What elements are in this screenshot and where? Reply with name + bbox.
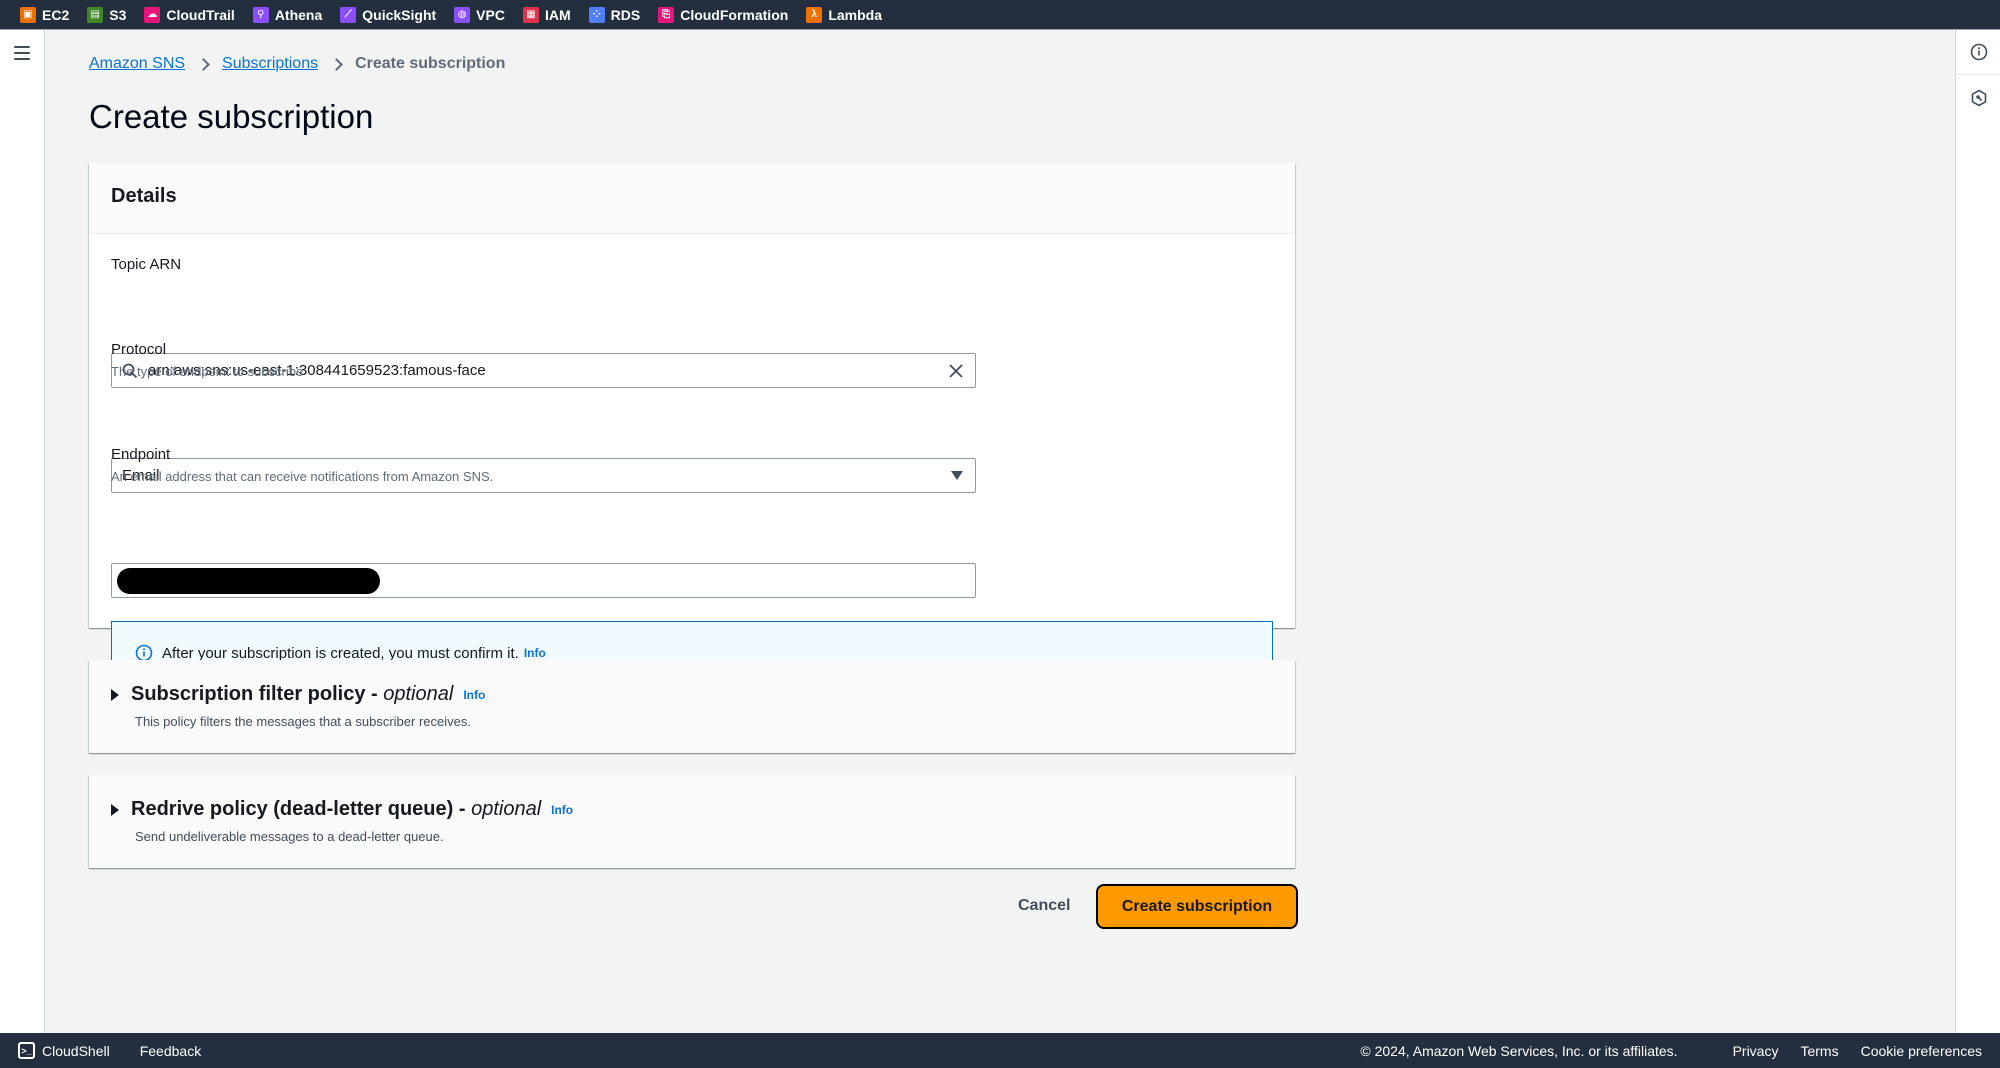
privacy-link[interactable]: Privacy — [1733, 1043, 1779, 1059]
service-label: CloudFormation — [680, 6, 789, 23]
breadcrumb-amazon-sns[interactable]: Amazon SNS — [89, 55, 185, 73]
cloudshell-button[interactable]: >_ CloudShell — [18, 1042, 110, 1059]
filter-policy-title: Subscription filter policy - optional — [131, 683, 453, 706]
chevron-right-icon — [197, 57, 210, 71]
service-label: Athena — [274, 6, 323, 23]
redacted-email — [117, 567, 380, 594]
page-title: Create subscription — [89, 98, 374, 135]
service-shortcut-s3[interactable]: ▤ S3 — [87, 6, 127, 23]
info-icon — [1970, 43, 1987, 61]
service-label: VPC — [476, 6, 505, 23]
info-panel-button[interactable] — [1956, 30, 2000, 75]
topic-arn-label: Topic ARN — [111, 256, 182, 273]
service-label: RDS — [610, 6, 641, 23]
subscription-filter-policy-panel: Subscription filter policy - optional In… — [89, 660, 1295, 753]
redrive-policy-title-text: Redrive policy (dead-letter queue) - — [131, 798, 472, 820]
breadcrumb-current: Create subscription — [355, 55, 506, 72]
lambda-icon: λ — [806, 6, 823, 23]
terminal-icon: >_ — [18, 1042, 35, 1059]
protocol-label: Protocol — [111, 341, 167, 358]
quicksight-icon: ⟋ — [340, 6, 357, 23]
breadcrumb-subscriptions[interactable]: Subscriptions — [222, 55, 318, 73]
cloudtrail-icon: ☁ — [144, 6, 161, 23]
service-shortcut-lambda[interactable]: λ Lambda — [806, 6, 882, 23]
service-shortcut-vpc[interactable]: ◍ VPC — [454, 6, 505, 23]
service-label: QuickSight — [362, 6, 437, 23]
redrive-policy-title: Redrive policy (dead-letter queue) - opt… — [131, 798, 541, 821]
s3-icon: ▤ — [87, 6, 104, 23]
service-shortcut-rds[interactable]: ⁘ RDS — [588, 6, 641, 23]
hexagon-settings-icon — [1971, 89, 1986, 106]
clear-input-button[interactable] — [941, 356, 971, 386]
cancel-button[interactable]: Cancel — [1010, 893, 1078, 919]
filter-policy-info-link[interactable]: Info — [463, 688, 485, 702]
endpoint-description: An email address that can receive notifi… — [111, 469, 494, 484]
service-shortcut-ec2[interactable]: ▣ EC2 — [20, 6, 70, 23]
left-navigation — [0, 30, 45, 1033]
tools-panel-rail — [1955, 30, 2000, 1033]
service-label: Lambda — [828, 6, 882, 23]
cloudshell-label: CloudShell — [42, 1042, 110, 1059]
copyright-text: © 2024, Amazon Web Services, Inc. or its… — [1360, 1042, 1678, 1059]
endpoint-input[interactable] — [111, 563, 976, 598]
caret-right-icon — [111, 688, 119, 701]
alert-info-link[interactable]: Info — [524, 646, 546, 660]
breadcrumb: Amazon SNS Subscriptions Create subscrip… — [89, 55, 505, 73]
service-shortcut-cloudtrail[interactable]: ☁ CloudTrail — [144, 6, 235, 23]
terms-link[interactable]: Terms — [1800, 1043, 1838, 1059]
create-subscription-button[interactable]: Create subscription — [1096, 884, 1298, 929]
console-footer: >_ CloudShell Feedback © 2024, Amazon We… — [0, 1033, 2000, 1068]
details-panel: Details Topic ARN arn:aws:sns:us-east-1:… — [89, 163, 1295, 685]
details-header: Details — [89, 163, 1295, 234]
service-shortcut-cloudformation[interactable]: ⎘ CloudFormation — [658, 6, 789, 23]
details-heading: Details — [111, 185, 177, 207]
chevron-right-icon — [330, 57, 343, 71]
redrive-policy-description: Send undeliverable messages to a dead-le… — [135, 829, 444, 844]
redrive-policy-info-link[interactable]: Info — [551, 803, 573, 817]
caret-down-icon — [951, 471, 963, 480]
close-icon — [949, 363, 963, 378]
filter-policy-toggle[interactable]: Subscription filter policy - optional In… — [111, 683, 485, 706]
service-label: EC2 — [42, 6, 70, 23]
filter-policy-title-text: Subscription filter policy - — [131, 683, 384, 705]
cloudformation-icon: ⎘ — [658, 6, 675, 23]
feedback-link[interactable]: Feedback — [140, 1043, 201, 1059]
protocol-description: The type of endpoint to subscribe — [111, 364, 304, 379]
redrive-policy-panel: Redrive policy (dead-letter queue) - opt… — [89, 775, 1295, 868]
cookie-preferences-link[interactable]: Cookie preferences — [1861, 1043, 1982, 1059]
iam-icon: ▦ — [522, 6, 539, 23]
optional-label: optional — [383, 683, 454, 705]
endpoint-label: Endpoint — [111, 446, 171, 463]
rds-icon: ⁘ — [588, 6, 605, 23]
settings-panel-button[interactable] — [1956, 75, 2000, 120]
optional-label: optional — [471, 798, 542, 820]
caret-right-icon — [111, 803, 119, 816]
menu-icon[interactable] — [14, 46, 30, 60]
alert-text: After your subscription is created, you … — [162, 644, 519, 662]
service-label: S3 — [109, 6, 127, 23]
service-label: IAM — [544, 6, 571, 23]
service-shortcut-quicksight[interactable]: ⟋ QuickSight — [340, 6, 437, 23]
service-shortcuts-bar: ▣ EC2 ▤ S3 ☁ CloudTrail ⚲ Athena ⟋ QuickSight ◍ VPC… — [0, 0, 2000, 30]
service-shortcut-athena[interactable]: ⚲ Athena — [252, 6, 323, 23]
ec2-icon: ▣ — [20, 6, 36, 23]
service-label: CloudTrail — [166, 6, 235, 23]
athena-icon: ⚲ — [252, 6, 269, 23]
filter-policy-description: This policy filters the messages that a … — [135, 714, 471, 729]
service-shortcut-iam[interactable]: ▦ IAM — [522, 6, 571, 23]
vpc-icon: ◍ — [454, 6, 471, 23]
redrive-policy-toggle[interactable]: Redrive policy (dead-letter queue) - opt… — [111, 798, 573, 821]
